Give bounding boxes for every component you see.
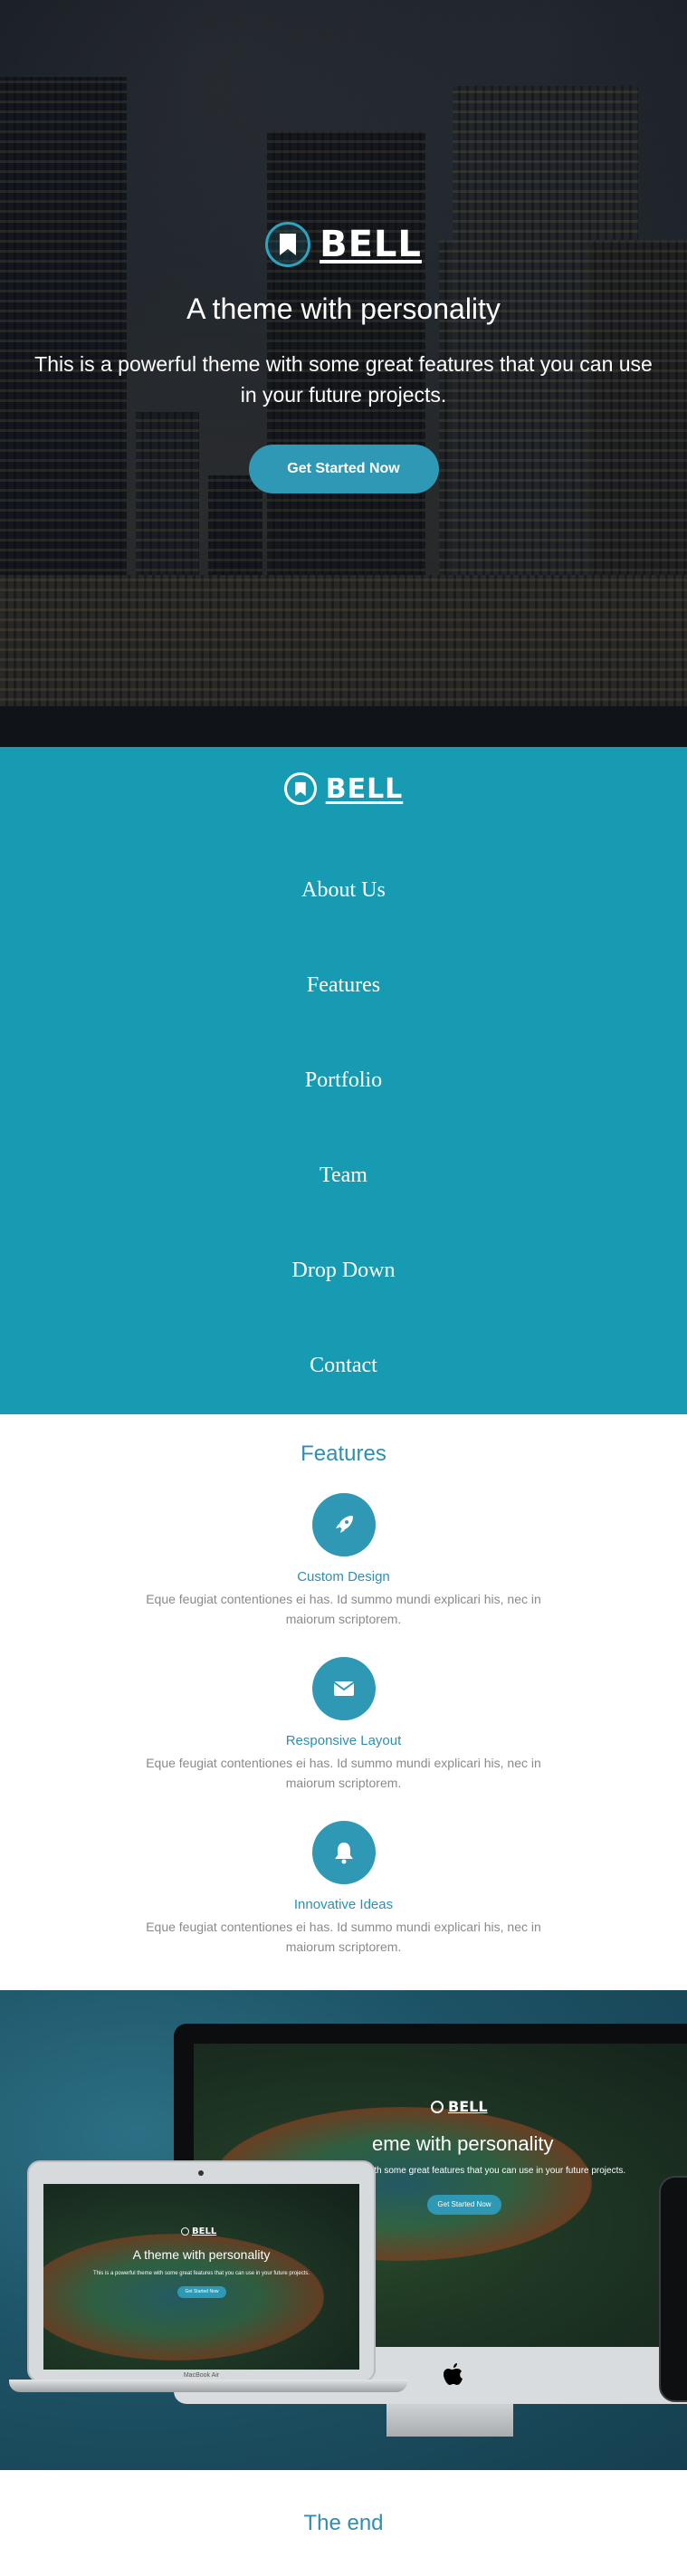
feature-title: Custom Design <box>297 1569 390 1585</box>
nav-item-features[interactable]: Features <box>0 973 687 998</box>
feature-title: Responsive Layout <box>285 1733 402 1748</box>
desktop-stand <box>386 2404 513 2437</box>
nav-item-team[interactable]: Team <box>0 1164 687 1188</box>
desktop-cta: Get Started Now <box>427 2195 501 2215</box>
hero-content: BELL A theme with personality This is a … <box>0 222 687 493</box>
bookmark-icon <box>265 222 311 267</box>
hero-subtitle: This is a powerful theme with some great… <box>34 352 653 407</box>
feature-item: Innovative Ideas Eque feugiat contention… <box>0 1821 687 1957</box>
feature-item: Custom Design Eque feugiat contentiones … <box>0 1493 687 1629</box>
laptop-mockup: BELL A theme with personality This is a … <box>9 2160 407 2396</box>
logo-text: BELL <box>325 772 404 805</box>
bell-icon <box>311 1821 376 1884</box>
feature-description: Eque feugiat contentiones ei has. Id sum… <box>146 1756 541 1790</box>
the-end-text: The end <box>303 2510 384 2535</box>
nav-logo[interactable]: BELL <box>0 772 687 805</box>
features-section: Features Custom Design Eque feugiat cont… <box>0 1414 687 1990</box>
nav-item-drop-down[interactable]: Drop Down <box>0 1259 687 1283</box>
features-heading: Features <box>301 1441 386 1466</box>
desktop-title: eme with personality <box>372 2132 554 2155</box>
mobile-nav-menu: BELL About Us Features Portfolio Team Dr… <box>0 747 687 1414</box>
hero-title: A theme with personality <box>186 292 501 325</box>
laptop-subtitle: This is a powerful theme with some great… <box>92 2271 310 2276</box>
nav-item-about-us[interactable]: About Us <box>0 878 687 903</box>
bookmark-icon <box>283 772 317 805</box>
apple-logo-icon <box>444 2363 463 2391</box>
rocket-icon <box>311 1493 376 1556</box>
laptop-model-label: MacBook Air <box>183 2372 220 2379</box>
laptop-title: A theme with personality <box>132 2247 271 2262</box>
camera-icon <box>198 2170 204 2176</box>
hero-logo[interactable]: BELL <box>0 222 687 267</box>
nav-item-portfolio[interactable]: Portfolio <box>0 1068 687 1093</box>
hero-section: BELL A theme with personality This is a … <box>0 0 687 747</box>
laptop-screen: BELL A theme with personality This is a … <box>43 2184 359 2370</box>
feature-description: Eque feugiat contentiones ei has. Id sum… <box>146 1592 541 1626</box>
desktop-subtitle: ith some great features that you can use… <box>372 2166 626 2176</box>
feature-item: Responsive Layout Eque feugiat contentio… <box>0 1657 687 1793</box>
logo-text: BELL <box>320 224 422 265</box>
get-started-button[interactable]: Get Started Now <box>248 445 439 493</box>
nav-item-contact[interactable]: Contact <box>0 1354 687 1378</box>
feature-title: Innovative Ideas <box>293 1897 394 1912</box>
desktop-logo: BELL <box>431 2098 488 2115</box>
laptop-base <box>9 2380 407 2392</box>
device-showcase: BELL eme with personality ith some great… <box>0 1990 687 2470</box>
phone-mockup <box>659 2176 687 2402</box>
laptop-logo: BELL <box>181 2226 216 2236</box>
envelope-icon <box>311 1657 376 1720</box>
laptop-cta: Get Started Now <box>177 2286 226 2298</box>
feature-description: Eque feugiat contentiones ei has. Id sum… <box>146 1920 541 1954</box>
the-end-section: The end <box>0 2470 687 2576</box>
